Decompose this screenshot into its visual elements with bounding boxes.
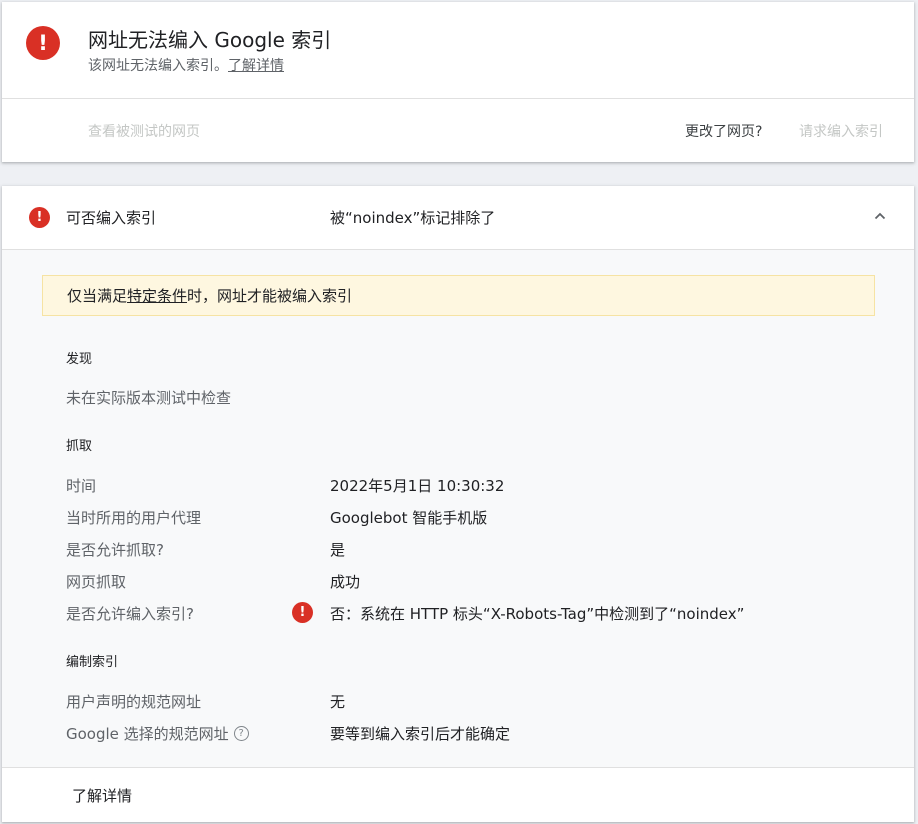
indexability-details: 仅当满足特定条件时，网址才能被编入索引 发现 未在实际版本测试中检查 抓取 时间… — [2, 250, 914, 767]
indexability-header[interactable]: ! 可否编入索引 被“noindex”标记排除了 — [2, 186, 914, 250]
indexing-allowed-value: 否：系统在 HTTP 标头“X-Robots-Tag”中检测到了“noindex… — [330, 605, 745, 623]
learn-more-footer-link[interactable]: 了解详情 — [72, 785, 132, 806]
indexability-card: ! 可否编入索引 被“noindex”标记排除了 仅当满足特定条件时，网址才能被… — [2, 186, 914, 822]
notice-banner: 仅当满足特定条件时，网址才能被编入索引 — [42, 275, 875, 316]
crawl-time-label: 时间 — [66, 477, 97, 495]
crawl-allowed-value: 是 — [330, 541, 346, 559]
user-agent-label: 当时所用的用户代理 — [66, 509, 202, 527]
google-canonical-value: 要等到编入索引后才能确定 — [330, 725, 511, 743]
google-canonical-label: Google 选择的规范网址 ? — [66, 723, 249, 744]
crawl-allowed-label: 是否允许抓取? — [66, 541, 164, 559]
page-fetch-value: 成功 — [330, 573, 361, 591]
card-footer: 了解详情 — [2, 767, 914, 822]
learn-more-link[interactable]: 了解详情 — [228, 58, 284, 74]
user-canonical-label: 用户声明的规范网址 — [66, 693, 202, 711]
indexing-title: 编制索引 — [66, 655, 119, 670]
crawl-title: 抓取 — [66, 439, 93, 454]
indexability-value: 被“noindex”标记排除了 — [330, 209, 496, 227]
specific-conditions-link[interactable]: 特定条件 — [127, 287, 187, 305]
help-icon[interactable]: ? — [233, 726, 249, 741]
user-canonical-value: 无 — [330, 693, 346, 711]
status-title: 网址无法编入 Google 索引 — [88, 28, 332, 52]
indexing-allowed-label: 是否允许编入索引? — [66, 605, 194, 623]
chevron-up-icon[interactable] — [874, 210, 886, 222]
notice-suffix: 时，网址才能被编入索引 — [187, 287, 353, 305]
discovery-text: 未在实际版本测试中检查 — [66, 389, 232, 407]
error-icon: ! — [292, 602, 313, 623]
error-icon: ! — [29, 207, 50, 228]
page-changed-button[interactable]: 更改了网页? — [685, 121, 762, 141]
notice-prefix: 仅当满足 — [67, 287, 128, 305]
error-icon: ! — [26, 26, 60, 60]
indexability-label: 可否编入索引 — [66, 209, 157, 227]
discovery-title: 发现 — [66, 352, 93, 367]
request-indexing-button[interactable]: 请求编入索引 — [799, 121, 883, 141]
status-card: ! 网址无法编入 Google 索引 该网址无法编入索引。了解详情 查看被测试的… — [2, 2, 914, 162]
view-tested-page-button[interactable]: 查看被测试的网页 — [88, 121, 200, 141]
status-subtitle: 该网址无法编入索引。了解详情 — [88, 55, 284, 75]
page-fetch-label: 网页抓取 — [66, 573, 127, 591]
status-subtitle-text: 该网址无法编入索引。 — [88, 58, 228, 74]
divider — [2, 98, 914, 99]
user-agent-value: Googlebot 智能手机版 — [330, 509, 488, 527]
google-canonical-label-text: Google 选择的规范网址 — [66, 725, 229, 743]
crawl-time-value: 2022年5月1日 10:30:32 — [330, 477, 505, 495]
